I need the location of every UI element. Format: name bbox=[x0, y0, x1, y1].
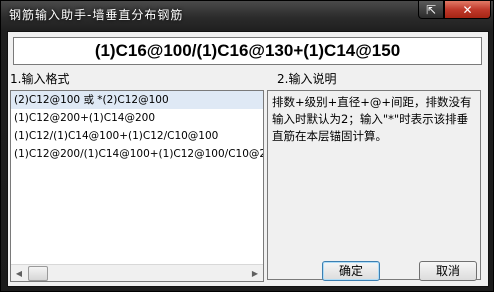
title-bar[interactable]: 钢筋输入助手-墙垂直分布钢筋 ⇱ ✕ bbox=[1, 1, 493, 31]
formula-input[interactable]: (1)C16@100/(1)C16@130+(1)C14@150 bbox=[13, 37, 482, 65]
list-item[interactable]: (1)C12@200/(1)C14@100+(1)C12@100/C10@200 bbox=[11, 145, 263, 163]
list-item[interactable]: (1)C12@200+(1)C14@200 bbox=[11, 109, 263, 127]
export-icon-button[interactable]: ⇱ bbox=[418, 1, 444, 19]
scroll-left-arrow-icon[interactable]: ◀ bbox=[11, 266, 27, 280]
dialog-client-area: (1)C16@100/(1)C16@130+(1)C14@150 1.输入格式 … bbox=[7, 31, 489, 287]
ok-button[interactable]: 确定 bbox=[322, 261, 380, 281]
list-item[interactable]: (1)C12/(1)C14@100+(1)C12/C10@100 bbox=[11, 127, 263, 145]
close-button[interactable]: ✕ bbox=[444, 1, 491, 19]
dialog-window: 钢筋输入助手-墙垂直分布钢筋 ⇱ ✕ (1)C16@100/(1)C16@130… bbox=[0, 0, 494, 292]
list-item[interactable]: (2)C12@100 或 *(2)C12@100 bbox=[11, 91, 263, 109]
format-listbox[interactable]: (2)C12@100 或 *(2)C12@100 (1)C12@200+(1)C… bbox=[10, 90, 264, 282]
format-section-label: 1.输入格式 bbox=[10, 72, 70, 86]
close-icon: ✕ bbox=[462, 2, 473, 17]
cancel-button[interactable]: 取消 bbox=[419, 261, 477, 281]
scroll-right-arrow-icon[interactable]: ▶ bbox=[247, 266, 263, 280]
horizontal-scrollbar[interactable]: ◀ ▶ bbox=[11, 264, 263, 281]
window-title: 钢筋输入助手-墙垂直分布钢筋 bbox=[9, 8, 184, 22]
description-section-label: 2.输入说明 bbox=[277, 72, 337, 86]
scroll-thumb[interactable] bbox=[28, 266, 48, 281]
export-icon: ⇱ bbox=[425, 2, 437, 17]
description-text: 排数+级别+直径+@+间距，排数没有输入时默认为2；输入"*"时表示该排垂直筋在… bbox=[267, 90, 481, 280]
